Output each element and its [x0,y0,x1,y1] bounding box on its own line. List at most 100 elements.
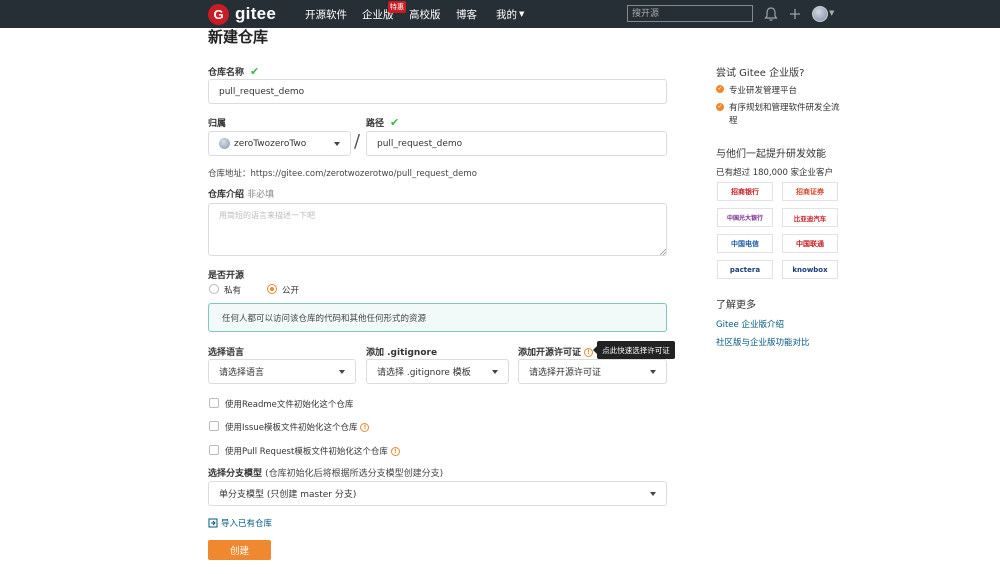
owner-select[interactable]: zeroTwozeroTwo [208,131,351,156]
repo-name-label: 仓库名称 ✔ [208,65,259,78]
caret-down-icon [650,369,656,374]
customer-logo: 中国电信 [717,234,773,253]
language-label: 选择语言 [208,348,245,358]
bell-icon[interactable] [764,6,778,22]
visibility-info-box: 任何人都可以访问该仓库的代码和其他任何形式的资源 [208,303,667,332]
branch-model-value: 单分支模型 (只创建 master 分支) [219,490,357,500]
info-icon[interactable]: ! [360,423,370,432]
nav-label: 高校版 [409,8,441,21]
caret-down-icon [334,141,340,146]
nav-open-source[interactable]: 开源软件 [305,0,347,28]
pr-template-checkbox-label[interactable]: 使用Pull Request模板文件初始化这个仓库! [225,445,400,457]
nav-mine[interactable]: 我的 ▼ [496,0,524,28]
owner-label: 归属 [208,119,227,129]
import-repo-link[interactable]: 导入已有仓库 [208,517,272,529]
page-title: 新建仓库 [208,28,269,46]
check-icon: ✓ [716,85,724,93]
customer-logo: 招商证券 [782,182,838,201]
repo-name-label-text: 仓库名称 [208,68,245,78]
nav-label: 博客 [456,8,477,21]
path-input[interactable]: pull_request_demo [366,131,667,156]
repo-name-input[interactable]: pull_request_demo [208,79,667,104]
license-tooltip: 点此快速选择许可证 [593,341,675,359]
info-icon[interactable]: ! [584,348,594,357]
repo-address: 仓库地址：https://gitee.com/zerotwozerotwo/pu… [208,169,477,179]
enterprise-intro-link[interactable]: Gitee 企业版介绍 [716,318,784,330]
issue-template-checkbox[interactable] [209,421,219,431]
customer-logo: knowbox [782,260,838,279]
gitignore-select[interactable]: 请选择 .gitignore 模板 [366,359,509,384]
radio-public-label[interactable]: 公开 [282,284,299,296]
branch-model-label: 选择分支模型 (仓库初始化后将根据所选分支模型创建分支) [208,466,443,479]
gitignore-label: 添加 .gitignore [366,348,438,358]
issue-template-checkbox-label[interactable]: 使用Issue模板文件初始化这个仓库! [225,421,370,433]
nav-label: 开源软件 [305,8,347,21]
customer-logo: 比亚迪汽车 [782,208,838,227]
check-icon: ✔ [250,65,260,78]
optional-hint: 非必填 [247,190,275,200]
branch-model-select[interactable]: 单分支模型 (只创建 master 分支) [208,481,667,506]
caret-down-icon[interactable]: ▼ [829,9,834,17]
try-enterprise-title: 尝试 Gitee 企业版? [716,68,805,79]
radio-private-label[interactable]: 私有 [224,284,241,296]
intro-label-text: 仓库介绍 [208,190,245,200]
nav-blog[interactable]: 博客 [456,0,477,28]
repo-name-value: pull_request_demo [219,86,305,97]
intro-placeholder: 用简短的语言来描述一下吧 [219,211,315,220]
readme-checkbox-label[interactable]: 使用Readme文件初始化这个仓库 [225,398,353,410]
customer-logo: 中国光大银行 [717,208,773,227]
import-icon [208,518,218,528]
intro-label: 仓库介绍 非必填 [208,187,274,200]
license-value: 请选择开源许可证 [529,368,602,378]
customer-count: 已有超过 180,000 家企业客户 [716,168,834,178]
customer-logo: 中国联通 [782,234,838,253]
license-select[interactable]: 请选择开源许可证 [518,359,667,384]
readme-checkbox[interactable] [209,398,219,408]
pr-template-text: 使用Pull Request模板文件初始化这个仓库 [225,447,388,457]
search-input[interactable] [627,5,753,22]
customer-logo: pactera [717,260,773,279]
branch-model-hint: (仓库初始化后将根据所选分支模型创建分支) [265,469,444,479]
nav-university[interactable]: 高校版 [409,0,441,28]
path-label-text: 路径 [366,119,385,129]
path-label: 路径 ✔ [366,116,399,129]
owner-select-content: zeroTwozeroTwo [219,138,306,149]
gitee-logo[interactable]: G gitee [208,3,276,25]
caret-down-icon: ▼ [519,10,525,18]
feature-text: 专业研发管理平台 [729,86,798,96]
user-avatar[interactable] [812,6,828,22]
top-navbar: G gitee 开源软件 企业版 特惠 高校版 博客 我的▼ ▼ [0,0,1000,28]
feature-item: ✓ 专业研发管理平台 [716,84,797,96]
feature-item: ✓ 有序规划和管理软件研发全流程 [716,102,842,128]
language-value: 请选择语言 [219,368,265,378]
owner-value: zeroTwozeroTwo [234,138,307,149]
radio-public[interactable] [267,284,277,294]
check-icon: ✓ [716,103,724,111]
license-label: 添加开源许可证! [518,345,594,358]
path-value: pull_request_demo [377,138,463,149]
owner-avatar [219,138,230,149]
pr-template-checkbox[interactable] [209,445,219,455]
resize-handle-icon[interactable] [660,249,666,255]
import-repo-text: 导入已有仓库 [221,519,273,529]
improve-title: 与他们一起提升研发效能 [716,149,826,160]
caret-down-icon [650,491,656,496]
info-icon[interactable]: ! [390,447,400,456]
language-select[interactable]: 请选择语言 [208,359,356,384]
create-button[interactable]: 创建 [208,540,271,560]
caret-down-icon [492,369,498,374]
license-label-text: 添加开源许可证 [518,348,582,358]
caret-down-icon [339,369,345,374]
gitee-logo-text: gitee [235,4,277,23]
open-source-label: 是否开源 [208,271,245,281]
edition-compare-link[interactable]: 社区版与企业版功能对比 [716,336,810,348]
hot-badge: 特惠 [388,1,406,13]
path-separator: / [354,131,361,152]
nav-label: 我的 [496,8,517,21]
check-icon: ✔ [390,116,400,129]
intro-textarea[interactable]: 用简短的语言来描述一下吧 [208,203,667,256]
customer-logo: 招商银行 [717,182,773,201]
plus-icon[interactable] [788,6,802,22]
radio-private[interactable] [209,284,219,294]
gitee-logo-icon: G [208,3,229,25]
